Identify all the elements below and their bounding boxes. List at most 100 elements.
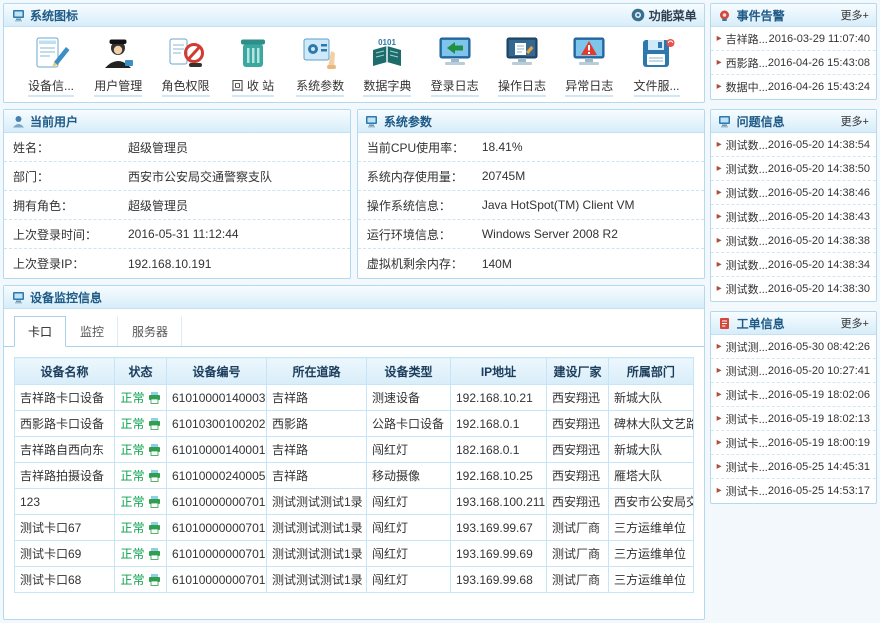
bullet-icon: ▸ <box>717 284 722 294</box>
cell-device-type: 闯红灯 <box>367 567 451 593</box>
problem-item[interactable]: ▸ 测试数... 2016-05-20 14:38:30 <box>711 277 876 301</box>
col-header-vendor[interactable]: 建设厂家 <box>547 358 609 385</box>
table-header-row: 设备名称 状态 设备编号 所在道路 设备类型 IP地址 建设厂家 所属部门 <box>15 358 694 385</box>
toolbar-icon-file-server[interactable]: 文件服... <box>626 36 688 97</box>
toolbar-icon-user-management[interactable]: 用户管理 <box>87 36 149 97</box>
monitor-icon <box>718 114 732 128</box>
col-header-department[interactable]: 所属部门 <box>609 358 694 385</box>
col-header-status[interactable]: 状态 <box>115 358 167 385</box>
system-params-icon <box>300 36 340 73</box>
tab-server[interactable]: 服务器 <box>118 316 182 346</box>
item-name: 吉祥路... <box>726 31 769 47</box>
system-params-panel: 系统参数 当前CPU使用率： 18.41% 系统内存使用量： 20745M 操作… <box>357 109 705 279</box>
printer-icon[interactable] <box>148 418 161 430</box>
col-header-ip[interactable]: IP地址 <box>451 358 547 385</box>
table-row[interactable]: 123 正常 61010000000701 测试测试测试1录 闯红灯 193.1… <box>15 489 694 515</box>
table-row[interactable]: 吉祥路拍摄设备 正常 61010000240005 吉祥路 移动摄像 192.1… <box>15 463 694 489</box>
function-menu-button[interactable]: 功能菜单 <box>631 7 697 24</box>
cell-device-type: 公路卡口设备 <box>367 411 451 437</box>
order-item[interactable]: ▸ 测试卡... 2016-05-25 14:53:17 <box>711 479 876 503</box>
order-item[interactable]: ▸ 测试卡... 2016-05-19 18:02:06 <box>711 383 876 407</box>
cell-device-code: 61010000000701 <box>167 489 267 515</box>
order-item[interactable]: ▸ 测试卡... 2016-05-25 14:45:31 <box>711 455 876 479</box>
events-more-link[interactable]: 更多+ <box>841 7 869 23</box>
dashboard: 系统图标 功能菜单 设备信... <box>0 0 880 623</box>
item-time: 2016-05-20 10:27:41 <box>768 365 870 377</box>
item-name: 西影路... <box>726 55 768 71</box>
problem-item[interactable]: ▸ 测试数... 2016-05-20 14:38:38 <box>711 229 876 253</box>
cell-department: 三方运维单位 <box>609 541 694 567</box>
event-item[interactable]: ▸ 吉祥路... 2016-03-29 11:07:40 <box>711 27 876 51</box>
printer-icon[interactable] <box>148 470 161 482</box>
printer-icon[interactable] <box>148 574 161 586</box>
printer-icon[interactable] <box>148 548 161 560</box>
info-row-department: 部门： 西安市公安局交通警察支队 <box>4 162 350 191</box>
cell-status: 正常 <box>115 567 167 593</box>
toolbar-icon-login-log[interactable]: 登录日志 <box>424 36 486 97</box>
orders-more-link[interactable]: 更多+ <box>841 315 869 331</box>
toolbar-icon-system-params[interactable]: 系统参数 <box>289 36 351 97</box>
bullet-icon: ▸ <box>717 34 722 44</box>
cell-device-code: 61010000000701 <box>167 515 267 541</box>
toolbar-icon-label: 操作日志 <box>498 77 546 97</box>
printer-icon[interactable] <box>148 444 161 456</box>
cell-road: 测试测试测试1录 <box>267 541 367 567</box>
order-item[interactable]: ▸ 测试测... 2016-05-30 08:42:26 <box>711 335 876 359</box>
work-order-panel: 工单信息 更多+ ▸ 测试测... 2016-05-30 08:42:26 ▸ … <box>710 311 877 504</box>
problem-item[interactable]: ▸ 测试数... 2016-05-20 14:38:43 <box>711 205 876 229</box>
toolbar-icon-device-info[interactable]: 设备信... <box>20 36 82 97</box>
printer-icon[interactable] <box>148 522 161 534</box>
printer-icon[interactable] <box>148 496 161 508</box>
order-item[interactable]: ▸ 测试卡... 2016-05-19 18:02:13 <box>711 407 876 431</box>
cell-device-type: 移动摄像 <box>367 463 451 489</box>
cell-ip: 192.168.10.25 <box>451 463 547 489</box>
exception-log-icon <box>569 36 609 73</box>
item-time: 2016-05-19 18:02:13 <box>768 413 870 425</box>
table-row[interactable]: 西影路卡口设备 正常 61010300100202 西影路 公路卡口设备 192… <box>15 411 694 437</box>
bullet-icon: ▸ <box>717 82 722 92</box>
login-log-icon <box>435 36 475 73</box>
event-item[interactable]: ▸ 数据中... 2016-04-26 15:43:24 <box>711 75 876 99</box>
toolbar-icon-role-permission[interactable]: 角色权限 <box>155 36 217 97</box>
table-row[interactable]: 吉祥路自西向东 正常 61010000140001 吉祥路 闯红灯 182.16… <box>15 437 694 463</box>
problems-more-link[interactable]: 更多+ <box>841 113 869 129</box>
problem-item[interactable]: ▸ 测试数... 2016-05-20 14:38:54 <box>711 133 876 157</box>
col-header-device-type[interactable]: 设备类型 <box>367 358 451 385</box>
problem-item[interactable]: ▸ 测试数... 2016-05-20 14:38:50 <box>711 157 876 181</box>
problem-item[interactable]: ▸ 测试数... 2016-05-20 14:38:46 <box>711 181 876 205</box>
printer-icon[interactable] <box>148 392 161 404</box>
problem-item[interactable]: ▸ 测试数... 2016-05-20 14:38:34 <box>711 253 876 277</box>
order-item[interactable]: ▸ 测试测... 2016-05-20 10:27:41 <box>711 359 876 383</box>
toolbar-icon-recycle-bin[interactable]: 回 收 站 <box>222 36 284 97</box>
col-header-device-code[interactable]: 设备编号 <box>167 358 267 385</box>
cell-ip: 193.169.99.68 <box>451 567 547 593</box>
toolbar-icon-operation-log[interactable]: 操作日志 <box>491 36 553 97</box>
bullet-icon: ▸ <box>717 260 722 270</box>
system-params-header: 系统参数 <box>358 110 704 133</box>
bullet-icon: ▸ <box>717 414 722 424</box>
item-name: 测试数... <box>726 209 768 225</box>
order-item[interactable]: ▸ 测试卡... 2016-05-19 18:00:19 <box>711 431 876 455</box>
event-item[interactable]: ▸ 西影路... 2016-04-26 15:43:08 <box>711 51 876 75</box>
item-time: 2016-05-20 14:38:46 <box>768 187 870 199</box>
cell-device-type: 测速设备 <box>367 385 451 411</box>
tab-monitoring[interactable]: 监控 <box>66 316 118 346</box>
cell-vendor: 西安翔迅 <box>547 411 609 437</box>
toolbar-icon-data-dictionary[interactable]: 0101 数据字典 <box>356 36 418 97</box>
table-row[interactable]: 测试卡口67 正常 61010000000701 测试测试测试1录 闯红灯 19… <box>15 515 694 541</box>
item-name: 测试测... <box>726 363 768 379</box>
work-order-icon <box>718 316 732 330</box>
field-label: 运行环境信息： <box>367 226 482 243</box>
table-row[interactable]: 吉祥路卡口设备 正常 61010000140003 吉祥路 测速设备 192.1… <box>15 385 694 411</box>
col-header-device-name[interactable]: 设备名称 <box>15 358 115 385</box>
problem-info-panel: 问题信息 更多+ ▸ 测试数... 2016-05-20 14:38:54 ▸ … <box>710 109 877 302</box>
toolbar-icon-exception-log[interactable]: 异常日志 <box>558 36 620 97</box>
item-time: 2016-05-20 14:38:34 <box>768 259 870 271</box>
panel-title: 当前用户 <box>30 113 78 130</box>
tab-checkpoint[interactable]: 卡口 <box>14 316 66 347</box>
table-row[interactable]: 测试卡口69 正常 61010000000701 测试测试测试1录 闯红灯 19… <box>15 541 694 567</box>
device-tabs: 卡口 监控 服务器 <box>4 309 704 347</box>
cell-road: 西影路 <box>267 411 367 437</box>
col-header-road[interactable]: 所在道路 <box>267 358 367 385</box>
table-row[interactable]: 测试卡口68 正常 61010000000701 测试测试测试1录 闯红灯 19… <box>15 567 694 593</box>
